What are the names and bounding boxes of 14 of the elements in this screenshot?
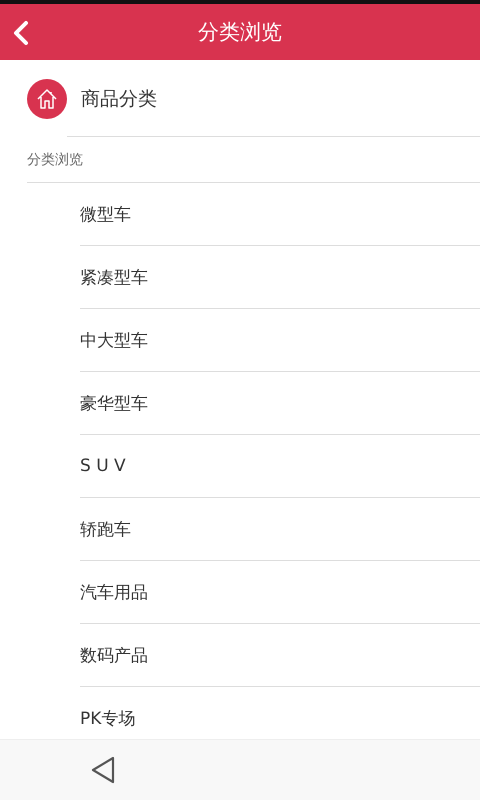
screen-title: 分类浏览 [198, 19, 282, 46]
category-item[interactable]: 数码产品 [80, 644, 148, 666]
category-item[interactable]: 紧凑型车 [80, 266, 148, 288]
category-item[interactable]: 中大型车 [80, 328, 148, 352]
category-item[interactable]: 豪华型车 [80, 392, 148, 414]
section-label: 分类浏览 [27, 150, 83, 168]
back-nav-button[interactable] [90, 756, 116, 784]
category-item[interactable]: 汽车用品 [80, 580, 148, 604]
home-icon [27, 78, 67, 118]
category-item[interactable]: 微型车 [80, 202, 131, 226]
category-item[interactable]: 轿跑车 [80, 518, 131, 540]
category-heading: 商品分类 [81, 86, 157, 112]
category-item[interactable]: S U V [80, 456, 126, 476]
category-item[interactable]: PK专场 [80, 706, 136, 730]
